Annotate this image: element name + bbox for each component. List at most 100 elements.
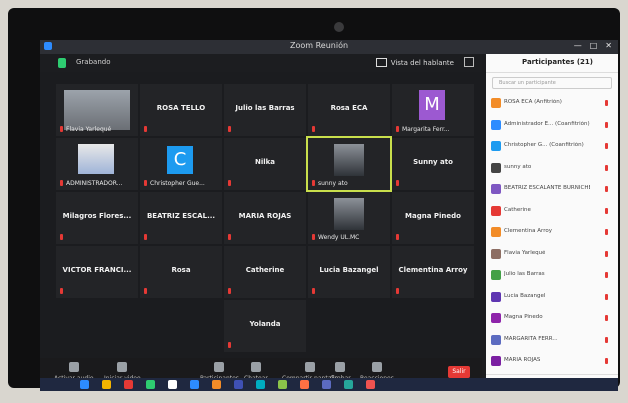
participant-tile[interactable]: ADMINISTRADOR... [56,138,138,190]
participant-tile[interactable]: Catherine [224,246,306,298]
participant-row[interactable]: sunny ato [486,158,618,180]
participant-row[interactable]: Lucia Bazangel [486,287,618,309]
participant-name: Julio las Barras [235,104,295,112]
participant-row[interactable]: MARIA ROJAS [486,351,618,373]
participant-tile[interactable]: Rosa ECA [308,84,390,136]
participant-row[interactable]: Flavia Yarlequé [486,244,618,266]
participant-avatar [491,162,501,173]
leave-button[interactable]: Salir [448,366,470,378]
participant-avatar [491,291,501,302]
participant-row-name: Magna Pinedo [504,314,543,320]
participant-tile[interactable]: Clementina Arroy [392,246,474,298]
participant-tile[interactable]: Flavia Yarlequé [56,84,138,136]
taskbar-app-icon[interactable] [278,380,287,389]
muted-mic-icon [144,180,147,186]
participant-row-name: Clementina Arroy [504,228,552,234]
muted-mic-icon [605,336,608,343]
participant-row[interactable]: Catherine [486,201,618,223]
participant-label: Wendy UL.MC [318,234,360,241]
taskbar-app-icon[interactable] [366,380,375,389]
view-toggle-button[interactable]: Vista del hablante [375,58,454,67]
toolbar-icon [250,362,261,372]
muted-mic-icon [605,358,608,364]
muted-mic-icon [396,288,399,294]
participant-search-input[interactable]: Buscar un participante [492,77,612,89]
muted-mic-icon [228,126,231,132]
participant-row[interactable]: MARGARITA FERR... [486,330,618,352]
participant-avatar [491,205,501,216]
participant-tile[interactable]: Milagros Flores... [56,192,138,244]
muted-mic-icon [605,164,608,171]
muted-mic-icon [312,288,315,294]
participant-row[interactable]: Christopher G... (Coanfitrión) [486,136,618,158]
muted-mic-icon [605,272,608,278]
muted-mic-icon [60,180,63,186]
muted-mic-icon [605,207,608,214]
participant-label: Margarita Ferr... [402,126,450,133]
participant-video [334,144,364,176]
participant-tile[interactable]: Magna Pinedo [392,192,474,244]
participant-tile[interactable]: MARIA ROJAS [224,192,306,244]
maximize-icon[interactable]: □ [590,41,598,50]
participant-row[interactable]: Julio las Barras [486,265,618,287]
fullscreen-icon[interactable] [464,57,474,67]
participant-list: ROSA ECA (Anfitrión) Administrador E... (… [486,93,618,391]
participant-tile[interactable]: Wendy UL.MC [308,192,390,244]
participant-avatar [491,119,501,130]
participant-tile[interactable]: sunny ato [306,136,392,192]
minimize-icon[interactable]: — [574,41,582,50]
participant-tile[interactable]: Rosa [140,246,222,298]
participant-name: VICTOR FRANCI... [62,266,132,274]
window-controls: — □ ✕ [574,41,612,50]
participant-label: Flavia Yarlequé [66,126,112,133]
panel-header: Participantes (21) [486,54,618,73]
participant-tile[interactable]: BEATRIZ ESCAL... [140,192,222,244]
taskbar-app-icon[interactable] [212,380,221,389]
muted-mic-icon [605,143,608,149]
recording-label: Grabando [76,58,111,66]
close-icon[interactable]: ✕ [605,41,612,50]
participant-name: Sunny ato [413,158,453,166]
muted-mic-icon [144,234,147,240]
participant-row[interactable]: Magna Pinedo [486,308,618,330]
security-shield-icon[interactable] [58,58,66,68]
participant-tile[interactable]: Yolanda [224,300,306,352]
taskbar-app-icon[interactable] [344,380,353,389]
participant-tile[interactable]: M Margarita Ferr... [392,84,474,136]
participant-avatar [491,227,501,237]
participant-row-name: BEATRIZ ESCALANTE BURNICHE [504,185,590,191]
participant-tile[interactable]: Lucia Bazangel [308,246,390,298]
taskbar-app-icon[interactable] [190,380,199,389]
taskbar-app-icon[interactable] [300,380,309,389]
taskbar-app-icon[interactable] [102,380,111,389]
participant-name: BEATRIZ ESCAL... [146,212,216,220]
participant-name: Rosa ECA [330,104,368,112]
participant-row[interactable]: Administrador E... (Coanfitrión) [486,115,618,137]
participant-row-name: Lucia Bazangel [504,292,546,299]
participant-tile[interactable]: Nilka [224,138,306,190]
taskbar-app-icon[interactable] [80,380,89,389]
taskbar-app-icon[interactable] [322,380,331,389]
participant-tile[interactable]: ROSA TELLO [140,84,222,136]
taskbar-app-icon[interactable] [256,380,265,389]
participant-row[interactable]: BEATRIZ ESCALANTE BURNICHE [486,179,618,201]
participant-tile[interactable]: VICTOR FRANCI... [56,246,138,298]
participant-row-name: Catherine [504,206,531,213]
participant-avatar [491,270,501,280]
participant-video [64,90,130,130]
participant-tile[interactable]: C Christopher Gue... [140,138,222,190]
participant-tile[interactable]: Sunny ato [392,138,474,190]
muted-mic-icon [605,121,608,128]
taskbar-app-icon[interactable] [124,380,133,389]
participant-row[interactable]: ROSA ECA (Anfitrión) [486,93,618,115]
participant-row[interactable]: Clementina Arroy [486,222,618,244]
meeting-topbar: Grabando Vista del hablante [40,54,482,72]
muted-mic-icon [605,229,608,235]
taskbar-app-icon[interactable] [234,380,243,389]
participant-tile[interactable]: Julio las Barras [224,84,306,136]
taskbar-app-icon[interactable] [168,380,177,389]
taskbar-app-icon[interactable] [146,380,155,389]
participant-avatar [491,334,501,345]
zoom-window: Zoom Reunión — □ ✕ Grabando Vista del ha… [40,40,618,391]
avatar: C [167,146,193,174]
